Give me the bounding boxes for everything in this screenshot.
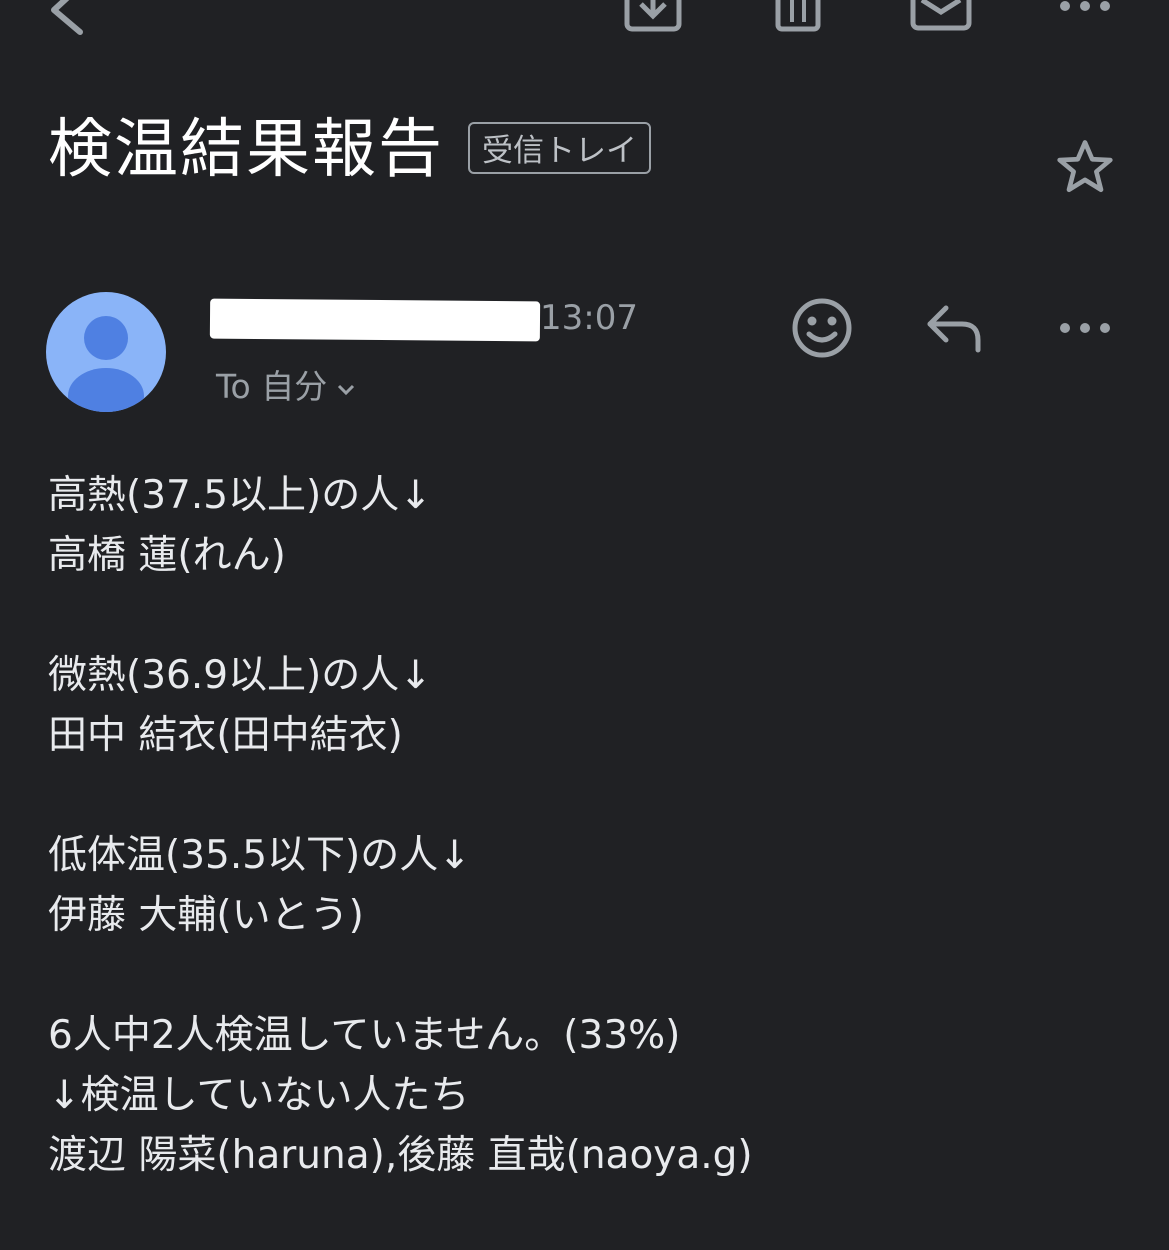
body-line-blank [48,946,1138,1006]
redacted-sender-name [209,298,541,342]
chevron-down-icon [335,364,357,410]
body-line: 低体温(35.5以下)の人↓ [48,833,471,878]
more-horizontal-icon[interactable] [1058,0,1112,30]
body-line: 微熱(36.9以上)の人↓ [48,653,432,698]
trash-icon[interactable] [774,0,822,36]
person-icon [68,316,144,412]
body-line: 渡辺 陽菜(haruna),後藤 直哉(naoya.g) [48,1133,753,1178]
reply-icon[interactable] [924,300,984,360]
inbox-label-chip[interactable]: 受信トレイ [468,122,651,174]
toolbar [0,0,1169,50]
subject-row: 検温結果報告 受信トレイ [48,108,1128,198]
body-line-blank [48,586,1138,646]
recipient-label: To 自分 [216,367,328,406]
back-arrow-icon[interactable] [44,0,88,40]
more-horizontal-icon[interactable] [1058,310,1112,350]
mail-icon[interactable] [910,0,972,36]
star-icon[interactable] [1054,136,1116,202]
body-line: 伊藤 大輔(いとう) [48,893,364,938]
body-line-blank [48,766,1138,826]
body-line: 6人中2人検温していません。(33%) [48,1013,681,1058]
body-line: 高橋 蓮(れん) [48,533,286,578]
body-line: 高熱(37.5以上)の人↓ [48,473,432,518]
message-time: 13:07 [540,298,638,338]
message-body: 高熱(37.5以上)の人↓ 高橋 蓮(れん) 微熱(36.9以上)の人↓ 田中 … [48,466,1138,1186]
email-subject: 検温結果報告 [48,113,444,187]
avatar[interactable] [46,292,166,412]
body-line: 田中 結衣(田中結衣) [48,713,403,758]
archive-icon[interactable] [624,0,682,36]
body-line: ↓検温していない人たち [48,1073,470,1118]
smiley-icon[interactable] [790,296,854,364]
recipient-toggle[interactable]: To 自分 [216,364,357,410]
